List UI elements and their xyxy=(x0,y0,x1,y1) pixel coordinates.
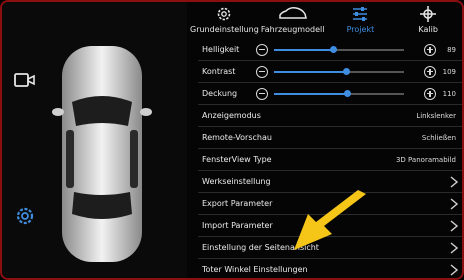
tab-fahrzeugmodell[interactable]: Fahrzeugmodell xyxy=(259,4,327,40)
slider-fill xyxy=(274,49,333,51)
vehicle-preview-panel xyxy=(2,2,187,278)
tab-projekt[interactable]: Projekt xyxy=(327,4,395,40)
row-label: Import Parameter xyxy=(202,221,273,230)
slider-knob[interactable] xyxy=(343,90,351,97)
plus-icon[interactable] xyxy=(424,87,436,100)
chevron-right-icon xyxy=(450,175,458,188)
tab-grundeinstellung[interactable]: Grundeinstellung xyxy=(190,4,259,40)
settings-gear-icon[interactable] xyxy=(14,205,36,227)
slider-row-deckung: Deckung 110 xyxy=(198,83,462,105)
slider-value: 110 xyxy=(442,89,456,98)
opacity-slider[interactable] xyxy=(274,90,404,97)
slider-value: 109 xyxy=(442,67,456,76)
tab-label: Kalib xyxy=(418,25,438,34)
row-label: Werkseinstellung xyxy=(202,177,271,186)
slider-label: Kontrast xyxy=(202,67,236,76)
minus-icon[interactable] xyxy=(256,87,268,100)
contrast-slider[interactable] xyxy=(274,68,404,75)
slider-value: 89 xyxy=(447,45,456,54)
slider-label: Helligkeit xyxy=(202,45,240,54)
setting-row-remote-vorschau[interactable]: Remote-Vorschau Schließen xyxy=(198,127,462,149)
slider-label: Deckung xyxy=(202,89,238,98)
row-label: Export Parameter xyxy=(202,199,273,208)
gear-icon xyxy=(218,7,231,21)
brightness-slider[interactable] xyxy=(274,46,404,53)
setting-row-fensterview-type[interactable]: FensterView Type 3D Panoramabild xyxy=(198,149,462,171)
chevron-right-icon xyxy=(450,241,458,254)
car-top-view xyxy=(52,46,152,262)
tab-label: Fahrzeugmodell xyxy=(260,25,325,34)
car-icon xyxy=(278,7,307,19)
slider-knob[interactable] xyxy=(342,68,350,75)
top-tab-bar: Grundeinstellung Fahrzeugmodell Projekt … xyxy=(190,4,462,40)
screen-frame: Grundeinstellung Fahrzeugmodell Projekt … xyxy=(0,0,464,280)
crosshair-icon xyxy=(420,6,437,22)
row-value: Linkslenker xyxy=(416,111,456,120)
tab-label: Grundeinstellung xyxy=(190,25,259,34)
nav-row-toter-winkel[interactable]: Toter Winkel Einstellungen xyxy=(198,259,462,278)
minus-icon[interactable] xyxy=(256,43,268,56)
plus-icon[interactable] xyxy=(424,65,436,78)
row-value: Schließen xyxy=(421,133,456,142)
chevron-right-icon xyxy=(450,219,458,232)
row-label: Toter Winkel Einstellungen xyxy=(202,265,308,274)
annotation-arrow-icon xyxy=(294,190,366,250)
tab-kalib[interactable]: Kalib xyxy=(394,4,462,40)
slider-row-helligkeit: Helligkeit 89 xyxy=(198,39,462,61)
slider-fill xyxy=(274,93,347,95)
row-label: Anzeigemodus xyxy=(202,111,261,120)
sliders-icon xyxy=(353,7,368,21)
row-value: 3D Panoramabild xyxy=(395,155,456,164)
chevron-right-icon xyxy=(450,197,458,210)
slider-fill xyxy=(274,71,346,73)
minus-icon[interactable] xyxy=(256,65,268,78)
plus-icon[interactable] xyxy=(424,43,436,56)
chevron-right-icon xyxy=(450,263,458,276)
row-label: Remote-Vorschau xyxy=(202,133,272,142)
camera-icon[interactable] xyxy=(14,72,36,88)
tab-label: Projekt xyxy=(346,25,375,34)
row-label: FensterView Type xyxy=(202,155,272,164)
setting-row-anzeigemodus[interactable]: Anzeigemodus Linkslenker xyxy=(198,105,462,127)
slider-knob[interactable] xyxy=(329,46,337,53)
slider-row-kontrast: Kontrast 109 xyxy=(198,61,462,83)
